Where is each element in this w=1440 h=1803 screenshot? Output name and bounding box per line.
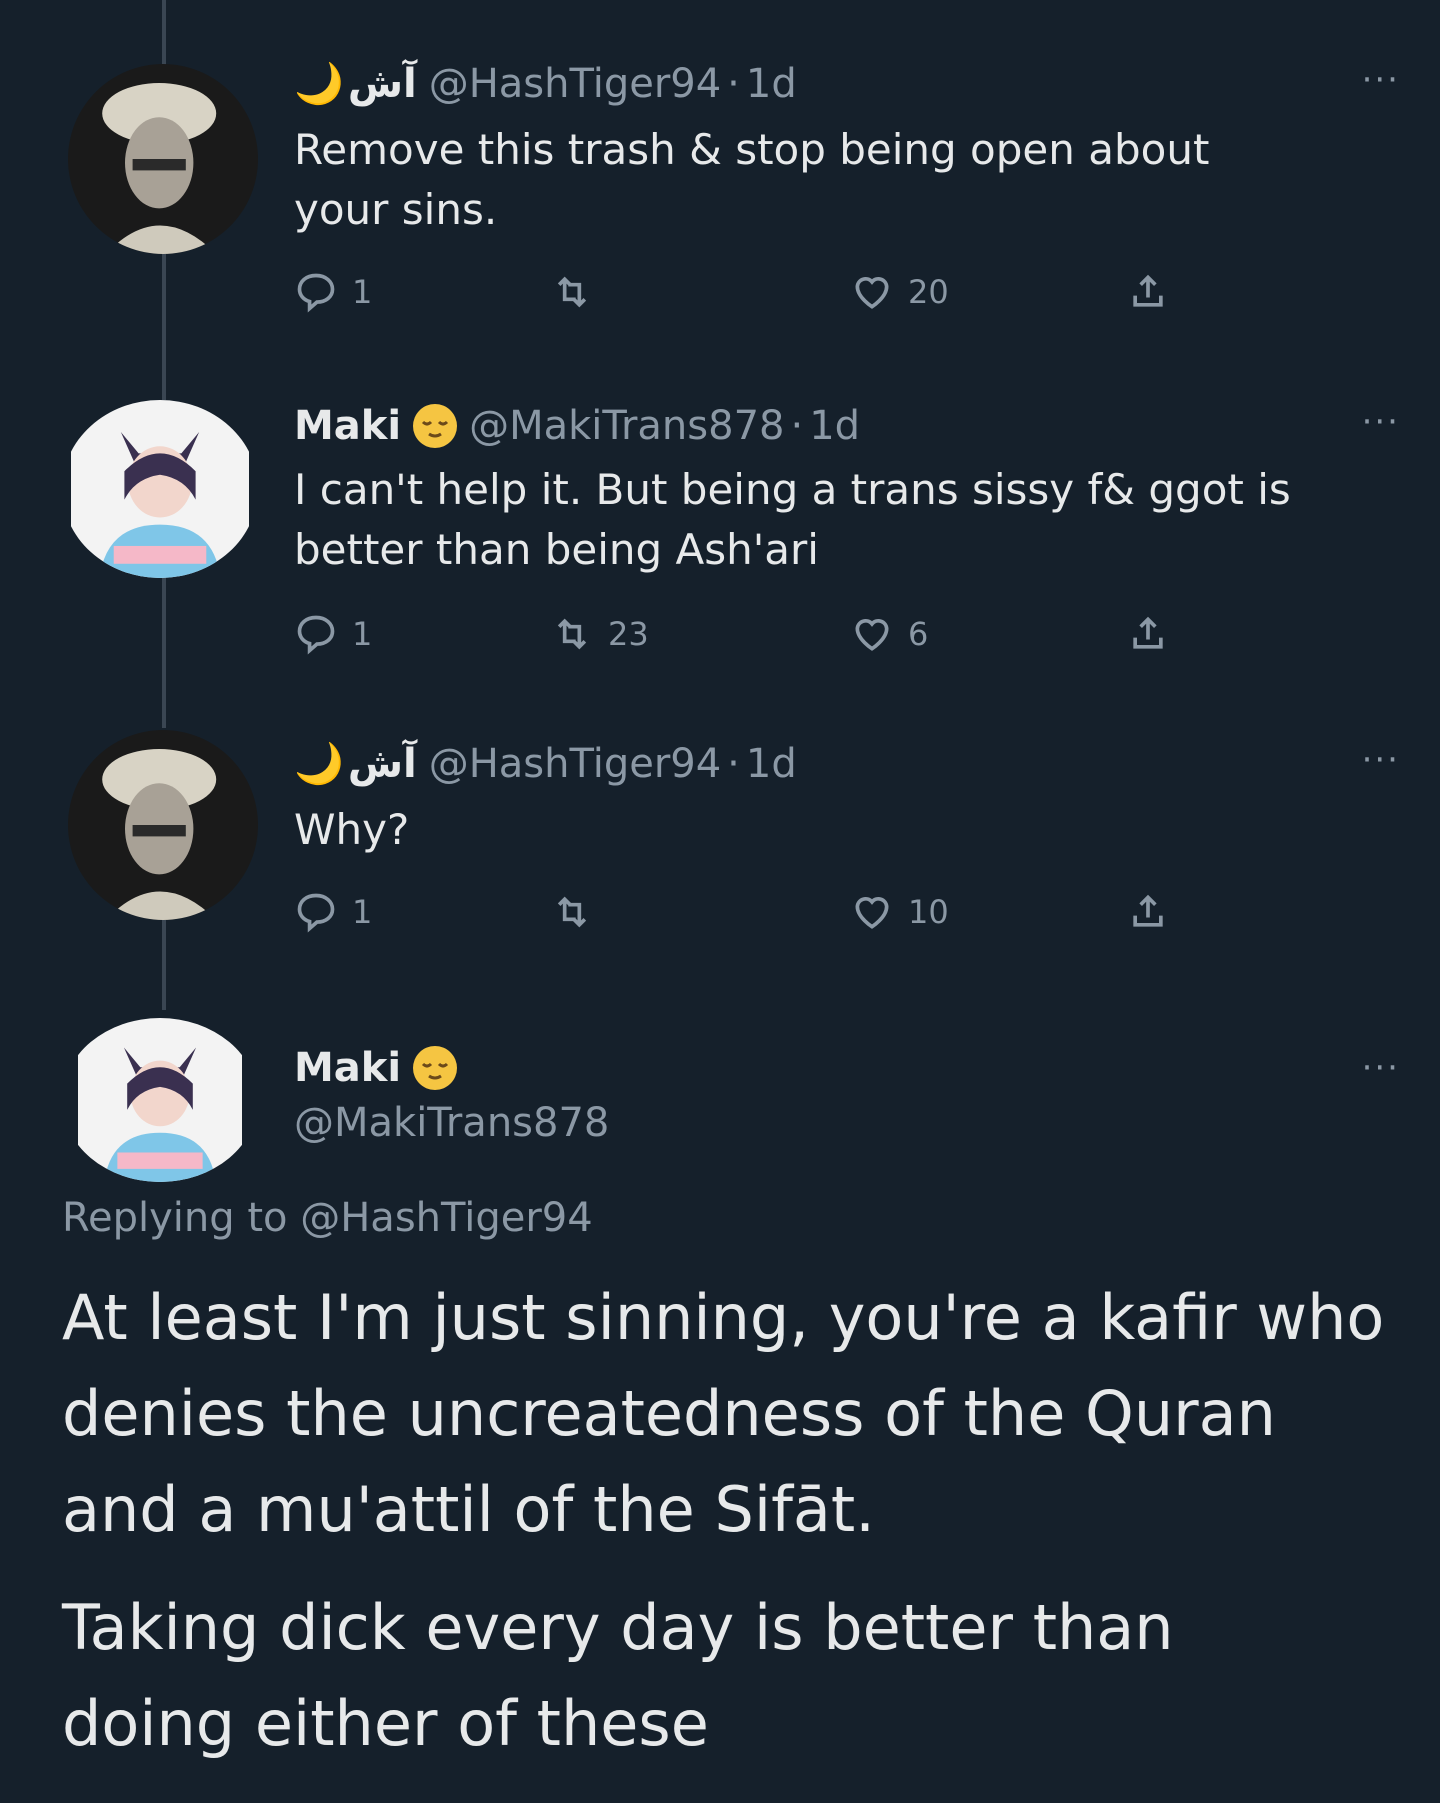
separator-dot: · [790,403,804,449]
user-handle[interactable]: @HashTiger94 [429,741,721,787]
avatar-hashtiger94[interactable] [68,64,258,254]
relieved-face-icon [413,1046,458,1090]
main-tweet-paragraph-1: At least I'm just sinning, you're a kafi… [62,1281,1385,1546]
avatar-makitrans878[interactable] [62,1018,258,1182]
main-tweet-paragraph-2: Taking dick every day is better than doi… [62,1591,1174,1760]
reply-icon [297,615,335,655]
timestamp[interactable]: 1d [746,741,797,787]
tweet-text: Why? [294,805,410,854]
like-icon [855,277,889,309]
portrait-avatar-icon [68,730,258,920]
tweet-actions: 1 23 6 [294,612,1194,662]
thread-line-top [162,0,166,70]
thread-line-2 [162,568,166,728]
avatar-hashtiger94[interactable] [68,730,258,920]
like-count: 6 [908,615,929,653]
retweet-button[interactable]: 23 [550,612,649,656]
like-button[interactable]: 20 [850,270,949,314]
display-name[interactable]: آش [348,741,417,787]
reply-count: 1 [352,273,373,311]
retweet-icon [557,896,587,928]
main-tweet-handle-row: @MakiTrans878 [294,1100,609,1146]
like-button[interactable]: 6 [850,612,928,656]
tweet-header: 🌙 آش @HashTiger94 · 1d [294,60,797,108]
tweet-header: Maki @MakiTrans878 · 1d [294,402,860,450]
like-icon [855,897,889,929]
reply-button[interactable]: 1 [294,612,372,656]
display-name[interactable]: Maki [294,403,401,449]
retweet-count: 23 [608,615,649,653]
thread-line-3 [162,920,166,1010]
retweet-button[interactable] [550,270,608,314]
reply-count: 1 [352,893,373,931]
user-handle[interactable]: @HashTiger94 [429,61,721,107]
more-options-icon[interactable]: ··· [1362,60,1400,100]
reply-button[interactable]: 1 [294,890,372,934]
portrait-avatar-icon [68,64,258,254]
reply-count: 1 [352,615,373,653]
like-count: 20 [908,273,949,311]
retweet-button[interactable] [550,890,608,934]
more-options-icon[interactable]: ··· [1362,1048,1400,1088]
timestamp[interactable]: 1d [746,61,797,107]
moon-icon: 🌙 [294,741,344,787]
relieved-face-icon [413,404,458,448]
reply-button[interactable]: 1 [294,270,372,314]
share-button[interactable] [1126,270,1184,314]
reply-icon [297,273,335,313]
share-icon [1133,274,1163,307]
tweet-text: I can't help it. But being a trans sissy… [294,465,1291,574]
like-count: 10 [908,893,949,931]
separator-dot: · [727,60,740,107]
share-icon [1133,616,1163,649]
share-button[interactable] [1126,890,1184,934]
user-handle[interactable]: @MakiTrans878 [469,403,784,449]
avatar-makitrans878[interactable] [62,400,258,578]
tweet-actions: 1 10 [294,890,1194,940]
timestamp[interactable]: 1d [809,403,860,449]
more-options-icon[interactable]: ··· [1362,402,1400,442]
like-button[interactable]: 10 [850,890,949,934]
moon-icon: 🌙 [294,61,344,107]
user-handle[interactable]: @MakiTrans878 [294,1100,609,1146]
tweet-header: 🌙 آش @HashTiger94 · 1d [294,740,797,788]
retweet-icon [557,618,587,650]
main-tweet-name-row: Maki [294,1044,469,1092]
like-icon [855,619,889,651]
tweet-actions: 1 20 [294,270,1194,320]
more-options-icon[interactable]: ··· [1362,740,1400,780]
replying-to[interactable]: Replying to @HashTiger94 [62,1195,593,1241]
tweet-text: Remove this trash & stop being open abou… [294,125,1210,234]
reply-icon [297,893,335,933]
display-name[interactable]: آش [348,61,417,107]
share-icon [1133,894,1163,927]
display-name[interactable]: Maki [294,1045,401,1091]
anime-avatar-icon [71,400,249,578]
anime-avatar-icon [78,1018,242,1182]
share-button[interactable] [1126,612,1184,656]
separator-dot: · [727,740,740,787]
retweet-icon [557,276,587,308]
